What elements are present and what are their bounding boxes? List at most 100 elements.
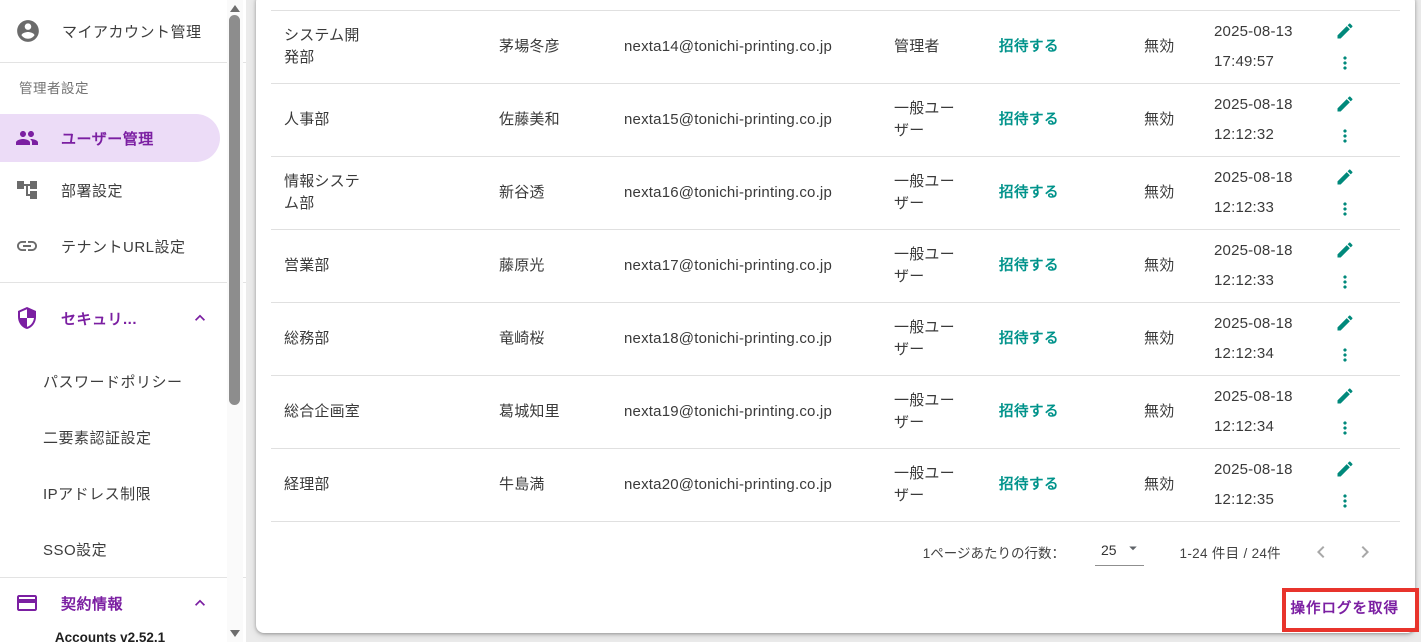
- account-circle-icon: [15, 18, 41, 44]
- table-row: 総合企画室 葛城知里 nexta19@tonichi-printing.co.j…: [271, 375, 1400, 448]
- status-cell: 無効: [1144, 111, 1175, 128]
- email-cell: nexta19@tonichi-printing.co.jp: [624, 403, 833, 420]
- time-text: 17:49:57: [1214, 53, 1274, 70]
- table-row: システム開発部 茅場冬彦 nexta14@tonichi-printing.co…: [271, 10, 1400, 83]
- rows-per-page-select[interactable]: 25: [1094, 537, 1144, 566]
- table-row: 人事部 佐藤美和 nexta15@tonichi-printing.co.jp …: [271, 83, 1400, 156]
- more-menu-button[interactable]: [1335, 272, 1355, 292]
- invite-cell: 招待する: [999, 109, 1144, 131]
- sidebar-group-label: セキュリ...: [61, 310, 138, 328]
- invite-link[interactable]: 招待する: [999, 112, 1059, 128]
- name-cell: 竜崎桜: [499, 330, 545, 347]
- more-menu-button[interactable]: [1335, 126, 1355, 146]
- more-menu-button[interactable]: [1335, 53, 1355, 73]
- kebab-menu-icon: [1343, 494, 1347, 508]
- get-operation-log-button[interactable]: 操作ログを取得: [1291, 597, 1400, 618]
- sidebar-item-department-settings[interactable]: 部署設定: [0, 162, 220, 218]
- role-cell: 一般ユーザー: [894, 173, 955, 212]
- people-icon: [15, 126, 39, 150]
- sidebar: マイアカウント管理 管理者設定 ユーザー管理 部署設定 テナントURL設定 セキ…: [0, 0, 246, 642]
- sidebar-group-security[interactable]: セキュリ...: [0, 283, 220, 353]
- sidebar-item-tenant-url-settings[interactable]: テナントURL設定: [0, 218, 220, 274]
- datetime-cell: 2025-08-18 12:12:33: [1214, 236, 1335, 296]
- datetime-cell: 2025-08-18 12:12:34: [1214, 382, 1335, 442]
- invite-link[interactable]: 招待する: [999, 477, 1059, 493]
- invite-link[interactable]: 招待する: [999, 404, 1059, 420]
- scrollbar-thumb[interactable]: [229, 15, 240, 405]
- next-page-button[interactable]: [1353, 540, 1377, 564]
- date-text: 2025-08-13: [1214, 23, 1293, 40]
- pencil-icon: [1337, 242, 1353, 258]
- invite-link[interactable]: 招待する: [999, 39, 1059, 55]
- link-icon: [15, 234, 39, 258]
- invite-cell: 招待する: [999, 401, 1144, 423]
- name-cell: 佐藤美和: [499, 111, 560, 128]
- footer-action-bar: 操作ログを取得: [256, 581, 1415, 633]
- time-text: 12:12:33: [1214, 199, 1274, 216]
- status-cell: 無効: [1144, 330, 1175, 347]
- invite-link[interactable]: 招待する: [999, 185, 1059, 201]
- edit-button[interactable]: [1335, 94, 1355, 114]
- department-cell: 経理部: [284, 476, 330, 493]
- table-row: 情報システム部 新谷透 nexta16@tonichi-printing.co.…: [271, 156, 1400, 229]
- table-row: 総務部 竜崎桜 nexta18@tonichi-printing.co.jp 一…: [271, 302, 1400, 375]
- kebab-menu-icon: [1343, 275, 1347, 289]
- actions-cell: [1335, 313, 1400, 365]
- sidebar-item-label: ユーザー管理: [61, 130, 154, 148]
- name-cell: 葛城知里: [499, 403, 560, 420]
- chevron-left-icon: [1317, 545, 1325, 558]
- caret-down-icon: [1124, 539, 1142, 560]
- edit-button[interactable]: [1335, 21, 1355, 41]
- edit-button[interactable]: [1335, 386, 1355, 406]
- scrollbar-up-arrow-icon[interactable]: [230, 5, 240, 12]
- sidebar-group-label: 契約情報: [61, 595, 124, 613]
- sidebar-item-label: 部署設定: [61, 182, 124, 200]
- pencil-icon: [1337, 388, 1353, 404]
- more-menu-button[interactable]: [1335, 199, 1355, 219]
- sidebar-item-label: マイアカウント管理: [62, 23, 202, 41]
- sidebar-item-ip-restriction[interactable]: IPアドレス制限: [0, 465, 220, 521]
- invite-cell: 招待する: [999, 474, 1144, 496]
- time-text: 12:12:35: [1214, 491, 1274, 508]
- invite-cell: 招待する: [999, 328, 1144, 350]
- invite-link[interactable]: 招待する: [999, 331, 1059, 347]
- org-tree-icon: [15, 178, 39, 202]
- sidebar-item-label: テナントURL設定: [61, 238, 186, 256]
- status-cell: 無効: [1144, 38, 1175, 55]
- department-cell: 総務部: [284, 330, 330, 347]
- role-cell: 一般ユーザー: [894, 392, 955, 431]
- scrollbar-down-arrow-icon[interactable]: [230, 630, 240, 637]
- time-text: 12:12:33: [1214, 272, 1274, 289]
- kebab-menu-icon: [1343, 129, 1347, 143]
- datetime-cell: 2025-08-18 12:12:35: [1214, 455, 1335, 515]
- invite-link[interactable]: 招待する: [999, 258, 1059, 274]
- date-text: 2025-08-18: [1214, 96, 1293, 113]
- time-text: 12:12:34: [1214, 418, 1274, 435]
- sidebar-item-user-management[interactable]: ユーザー管理: [0, 114, 220, 162]
- sidebar-item-password-policy[interactable]: パスワードポリシー: [0, 353, 220, 409]
- edit-button[interactable]: [1335, 313, 1355, 333]
- more-menu-button[interactable]: [1335, 491, 1355, 511]
- edit-button[interactable]: [1335, 240, 1355, 260]
- pencil-icon: [1337, 96, 1353, 112]
- datetime-cell: 2025-08-13 17:49:57: [1214, 17, 1335, 77]
- email-cell: nexta14@tonichi-printing.co.jp: [624, 38, 833, 55]
- status-cell: 無効: [1144, 403, 1175, 420]
- edit-button[interactable]: [1335, 167, 1355, 187]
- previous-page-button[interactable]: [1309, 540, 1333, 564]
- name-cell: 茅場冬彦: [499, 38, 560, 55]
- pagination-bar: 1ページあたりの行数： 25 1-24 件目 / 24件: [256, 522, 1415, 581]
- sidebar-item-my-account[interactable]: マイアカウント管理: [0, 0, 246, 62]
- email-cell: nexta18@tonichi-printing.co.jp: [624, 330, 833, 347]
- more-menu-button[interactable]: [1335, 345, 1355, 365]
- app-version-label: Accounts v2.52.1: [54, 630, 166, 642]
- sidebar-item-two-factor-auth[interactable]: 二要素認証設定: [0, 409, 220, 465]
- sidebar-group-contract-info[interactable]: 契約情報: [0, 578, 220, 628]
- sidebar-item-sso-settings[interactable]: SSO設定: [0, 521, 220, 577]
- more-menu-button[interactable]: [1335, 418, 1355, 438]
- sidebar-scrollbar[interactable]: [227, 0, 243, 642]
- date-text: 2025-08-18: [1214, 242, 1293, 259]
- name-cell: 牛島満: [499, 476, 545, 493]
- datetime-cell: 2025-08-18 12:12:34: [1214, 309, 1335, 369]
- edit-button[interactable]: [1335, 459, 1355, 479]
